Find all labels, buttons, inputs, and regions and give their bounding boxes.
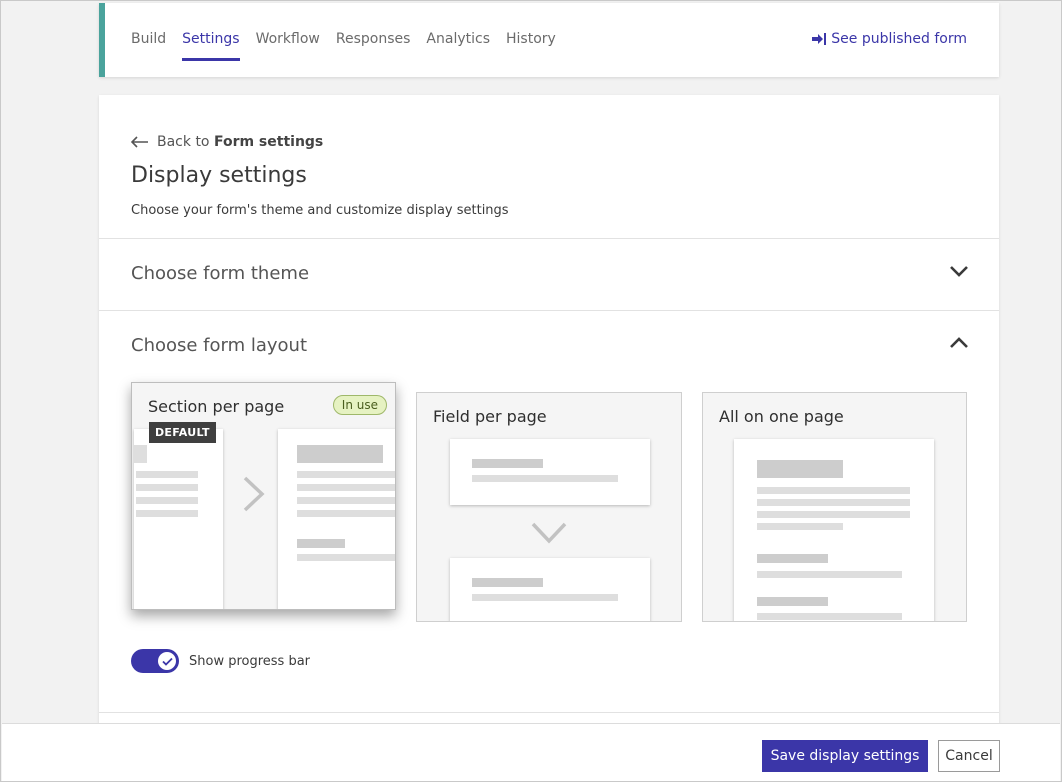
- progress-bar-toggle[interactable]: [131, 649, 179, 673]
- check-icon: [161, 657, 173, 666]
- progress-bar-toggle-row: Show progress bar: [131, 649, 310, 673]
- layout-option-field-per-page[interactable]: Field per page: [416, 392, 682, 622]
- tab-settings[interactable]: Settings: [182, 31, 240, 61]
- tab-list: Build Settings Workflow Responses Analyt…: [131, 31, 556, 61]
- divider: [99, 712, 999, 713]
- save-display-settings-button[interactable]: Save display settings: [762, 740, 928, 772]
- chevron-down-icon: [531, 522, 567, 544]
- layout-section-heading[interactable]: Choose form layout: [131, 335, 307, 356]
- tab-responses[interactable]: Responses: [336, 31, 411, 61]
- theme-section-heading[interactable]: Choose form theme: [131, 263, 309, 284]
- tab-build[interactable]: Build: [131, 31, 166, 61]
- page-preview: [134, 429, 223, 609]
- footer-bar: Save display settings Cancel: [2, 723, 1060, 781]
- arrow-left-icon: [131, 136, 148, 148]
- toggle-knob: [158, 652, 176, 670]
- page-title: Display settings: [131, 163, 307, 188]
- tab-workflow[interactable]: Workflow: [256, 31, 320, 61]
- layout-option-label: All on one page: [719, 407, 844, 426]
- cancel-button[interactable]: Cancel: [938, 740, 1000, 772]
- layout-option-all-on-one-page[interactable]: All on one page: [702, 392, 967, 622]
- field-preview: [450, 439, 650, 505]
- default-tag: DEFAULT: [149, 422, 216, 443]
- back-link[interactable]: Back to Form settings: [131, 134, 323, 150]
- chevron-up-icon[interactable]: [949, 337, 969, 349]
- progress-bar-toggle-label: Show progress bar: [189, 653, 311, 669]
- layout-option-label: Section per page: [148, 397, 285, 416]
- page-preview: [278, 429, 395, 609]
- page-preview: [734, 439, 934, 621]
- divider: [99, 310, 999, 311]
- chevron-right-icon: [243, 476, 265, 512]
- layout-option-section-per-page[interactable]: Section per page In use DEFAULT: [131, 382, 396, 610]
- tab-analytics[interactable]: Analytics: [426, 31, 490, 61]
- see-published-form-label: See published form: [831, 31, 967, 47]
- in-use-badge: In use: [332, 395, 387, 415]
- display-settings-card: Back to Form settings Display settings C…: [99, 95, 999, 735]
- back-link-label: Back to Form settings: [157, 134, 324, 150]
- field-preview: [450, 558, 650, 621]
- sign-in-arrow-icon: [812, 33, 827, 45]
- divider: [99, 238, 999, 239]
- chevron-down-icon[interactable]: [949, 265, 969, 277]
- see-published-form-link[interactable]: See published form: [811, 31, 967, 47]
- top-navigation: Build Settings Workflow Responses Analyt…: [99, 3, 999, 77]
- layout-option-label: Field per page: [433, 407, 547, 426]
- page-subtitle: Choose your form's theme and customize d…: [131, 203, 509, 218]
- tab-history[interactable]: History: [506, 31, 556, 61]
